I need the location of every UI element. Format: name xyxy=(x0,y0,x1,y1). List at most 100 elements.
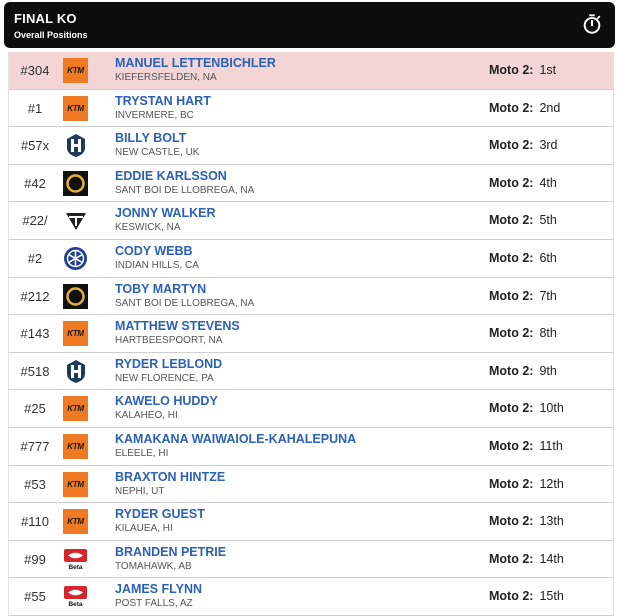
rider-location: KESWICK, NA xyxy=(115,222,181,234)
moto-position: 11th xyxy=(539,438,563,453)
moto-result: Moto 2: 9th xyxy=(489,364,557,378)
ktm-logo-text: KTM xyxy=(67,404,84,414)
rider-name-link[interactable]: MANUEL LETTENBICHLER xyxy=(115,56,276,70)
rider-number: #304 xyxy=(20,63,50,78)
beta-logo-icon: Beta xyxy=(64,548,87,571)
rider-number: #2 xyxy=(27,250,43,266)
rider-row[interactable]: #2 CODY WEBB INDIAN HILLS, CA Moto 2: 6th xyxy=(8,239,614,278)
rider-row[interactable]: #1 KTM TRYSTAN HART INVERMERE, BC Moto 2: 2nd xyxy=(8,89,614,128)
moto-result: Moto 2: 7th xyxy=(489,289,557,303)
rider-number: #110 xyxy=(21,514,49,530)
rider-row[interactable]: #304 KTM MANUEL LETTENBICHLER KIEFERSFELDEN… xyxy=(8,52,614,90)
rider-number: #99 xyxy=(24,551,46,567)
moto-label: Moto 2: xyxy=(489,551,534,566)
rider-location: HARTBEESPOORT, NA xyxy=(115,335,223,347)
beta-logo-text: Beta xyxy=(68,564,82,571)
moto-result: Moto 2: 1st xyxy=(489,63,556,77)
rider-number: #518 xyxy=(20,363,50,379)
rider-name-link[interactable]: CODY WEBB xyxy=(115,244,193,258)
rider-name-link[interactable]: RYDER LEBLOND xyxy=(115,357,222,371)
ktm-logo-text: KTM xyxy=(67,517,84,527)
ktm-logo-text: KTM xyxy=(67,103,84,113)
yamaha-logo-icon xyxy=(64,246,87,270)
rider-row[interactable]: #777 KTM KAMAKANA WAIWAIOLE-KAHALEPUNA ELEE… xyxy=(8,427,614,466)
rider-name-link[interactable]: BRANDEN PETRIE xyxy=(115,545,226,559)
ktm-logo-icon: KTM xyxy=(63,509,88,535)
rider-number: #25 xyxy=(24,401,46,417)
results-header: FINAL KO Overall Positions xyxy=(4,2,615,48)
beta-logo-text: Beta xyxy=(68,601,82,608)
rider-row[interactable]: #110 KTM RYDER GUEST KILAUEA, HI Moto 2: 13th xyxy=(8,503,614,541)
rider-row[interactable]: #55 Beta JAMES FLYNN POST FALLS, AZ Moto 2: 1… xyxy=(8,578,614,616)
moto-result: Moto 2: 10th xyxy=(489,401,564,415)
rider-number: #57x xyxy=(20,138,50,154)
moto-position: 5th xyxy=(539,213,557,228)
moto-result: Moto 2: 3rd xyxy=(489,138,558,152)
moto-position: 3rd xyxy=(539,138,558,153)
brand-logo xyxy=(63,359,88,384)
rider-name-link[interactable]: JAMES FLYNN xyxy=(115,582,202,596)
brand-logo: KTM xyxy=(63,95,88,121)
rider-row[interactable]: #212 TOBY MARTYN SANT BOI DE LLOBREGA, NA M… xyxy=(8,277,614,316)
rider-row[interactable]: #25 KTM KAWELO HUDDY KALAHEO, HI Moto 2: 10th xyxy=(8,390,614,428)
results-list: #304 KTM MANUEL LETTENBICHLER KIEFERSFELDEN… xyxy=(8,52,614,616)
brand-logo: KTM xyxy=(63,396,88,422)
stopwatch-icon[interactable] xyxy=(581,13,603,35)
tm-ring-logo-icon xyxy=(63,283,88,309)
moto-result: Moto 2: 14th xyxy=(489,552,564,566)
rider-location: KIEFERSFELDEN, NA xyxy=(115,72,217,83)
rider-row[interactable]: #57x BILLY BOLT NEW CASTLE, UK Moto 2: 3rd xyxy=(8,127,614,165)
rider-row[interactable]: #99 Beta BRANDEN PETRIE TOMAHAWK, AB Moto 2:… xyxy=(8,540,614,579)
rider-name-link[interactable]: EDDIE KARLSSON xyxy=(115,169,227,183)
moto-position: 10th xyxy=(539,401,564,416)
moto-result: Moto 2: 2nd xyxy=(489,101,560,115)
moto-position: 15th xyxy=(539,589,564,604)
rider-location: POST FALLS, AZ xyxy=(115,598,193,610)
rider-location: ELEELE, HI xyxy=(115,447,169,459)
brand-logo: Beta xyxy=(63,584,88,609)
rider-name-link[interactable]: RYDER GUEST xyxy=(115,507,205,521)
rider-number: #22/ xyxy=(22,213,48,229)
moto-position: 14th xyxy=(539,551,564,566)
moto-result: Moto 2: 11th xyxy=(489,439,563,453)
moto-label: Moto 2: xyxy=(489,476,534,491)
moto-position: 7th xyxy=(539,288,557,303)
moto-label: Moto 2: xyxy=(489,514,534,529)
rider-row[interactable]: #518 RYDER LEBLOND NEW FLORENCE, PA Moto 2:… xyxy=(8,352,614,391)
rider-name-link[interactable]: KAWELO HUDDY xyxy=(115,394,218,408)
rider-name-link[interactable]: TRYSTAN HART xyxy=(115,94,211,108)
moto-result: Moto 2: 6th xyxy=(489,251,557,265)
husqvarna-logo-icon xyxy=(66,134,85,158)
moto-label: Moto 2: xyxy=(489,250,534,265)
rider-row[interactable]: #42 EDDIE KARLSSON SANT BOI DE LLOBREGA, N… xyxy=(8,164,614,203)
ktm-logo-icon: KTM xyxy=(63,58,88,83)
ktm-logo-text: KTM xyxy=(67,66,84,75)
rider-row[interactable]: #22/JONNY WALKER KESWICK, NA Moto 2: 5th xyxy=(8,202,614,240)
moto-label: Moto 2: xyxy=(489,401,534,416)
moto-position: 4th xyxy=(539,175,557,190)
rider-name-link[interactable]: KAMAKANA WAIWAIOLE-KAHALEPUNA xyxy=(115,432,356,446)
brand-logo xyxy=(63,133,88,158)
rider-location: NEPHI, UT xyxy=(115,485,165,497)
rider-name-link[interactable]: TOBY MARTYN xyxy=(115,282,206,296)
moto-label: Moto 2: xyxy=(489,589,534,604)
rider-location: NEW CASTLE, UK xyxy=(115,147,200,159)
moto-label: Moto 2: xyxy=(489,363,534,378)
rider-name-link[interactable]: MATTHEW STEVENS xyxy=(115,319,240,333)
brand-logo xyxy=(63,208,88,233)
brand-logo xyxy=(63,283,88,309)
rider-name-link[interactable]: JONNY WALKER xyxy=(115,206,215,220)
rider-row[interactable]: #53 KTM BRAXTON HINTZE NEPHI, UT Moto 2: 12th xyxy=(8,465,614,504)
ktm-logo-icon: KTM xyxy=(63,95,88,121)
moto-label: Moto 2: xyxy=(489,438,534,453)
rider-row[interactable]: #143 KTM MATTHEW STEVENS HARTBEESPOORT, NA M… xyxy=(8,315,614,353)
tm-ring-logo-icon xyxy=(63,170,88,196)
brand-logo: KTM xyxy=(63,509,88,535)
ktm-logo-text: KTM xyxy=(67,479,84,489)
page-subtitle: Overall Positions xyxy=(14,30,88,40)
rider-name-link[interactable]: BRAXTON HINTZE xyxy=(115,470,225,484)
rider-name-link[interactable]: BILLY BOLT xyxy=(115,131,186,145)
rider-number: #143 xyxy=(20,326,50,342)
rider-number: #1 xyxy=(27,100,43,116)
moto-label: Moto 2: xyxy=(489,63,534,77)
